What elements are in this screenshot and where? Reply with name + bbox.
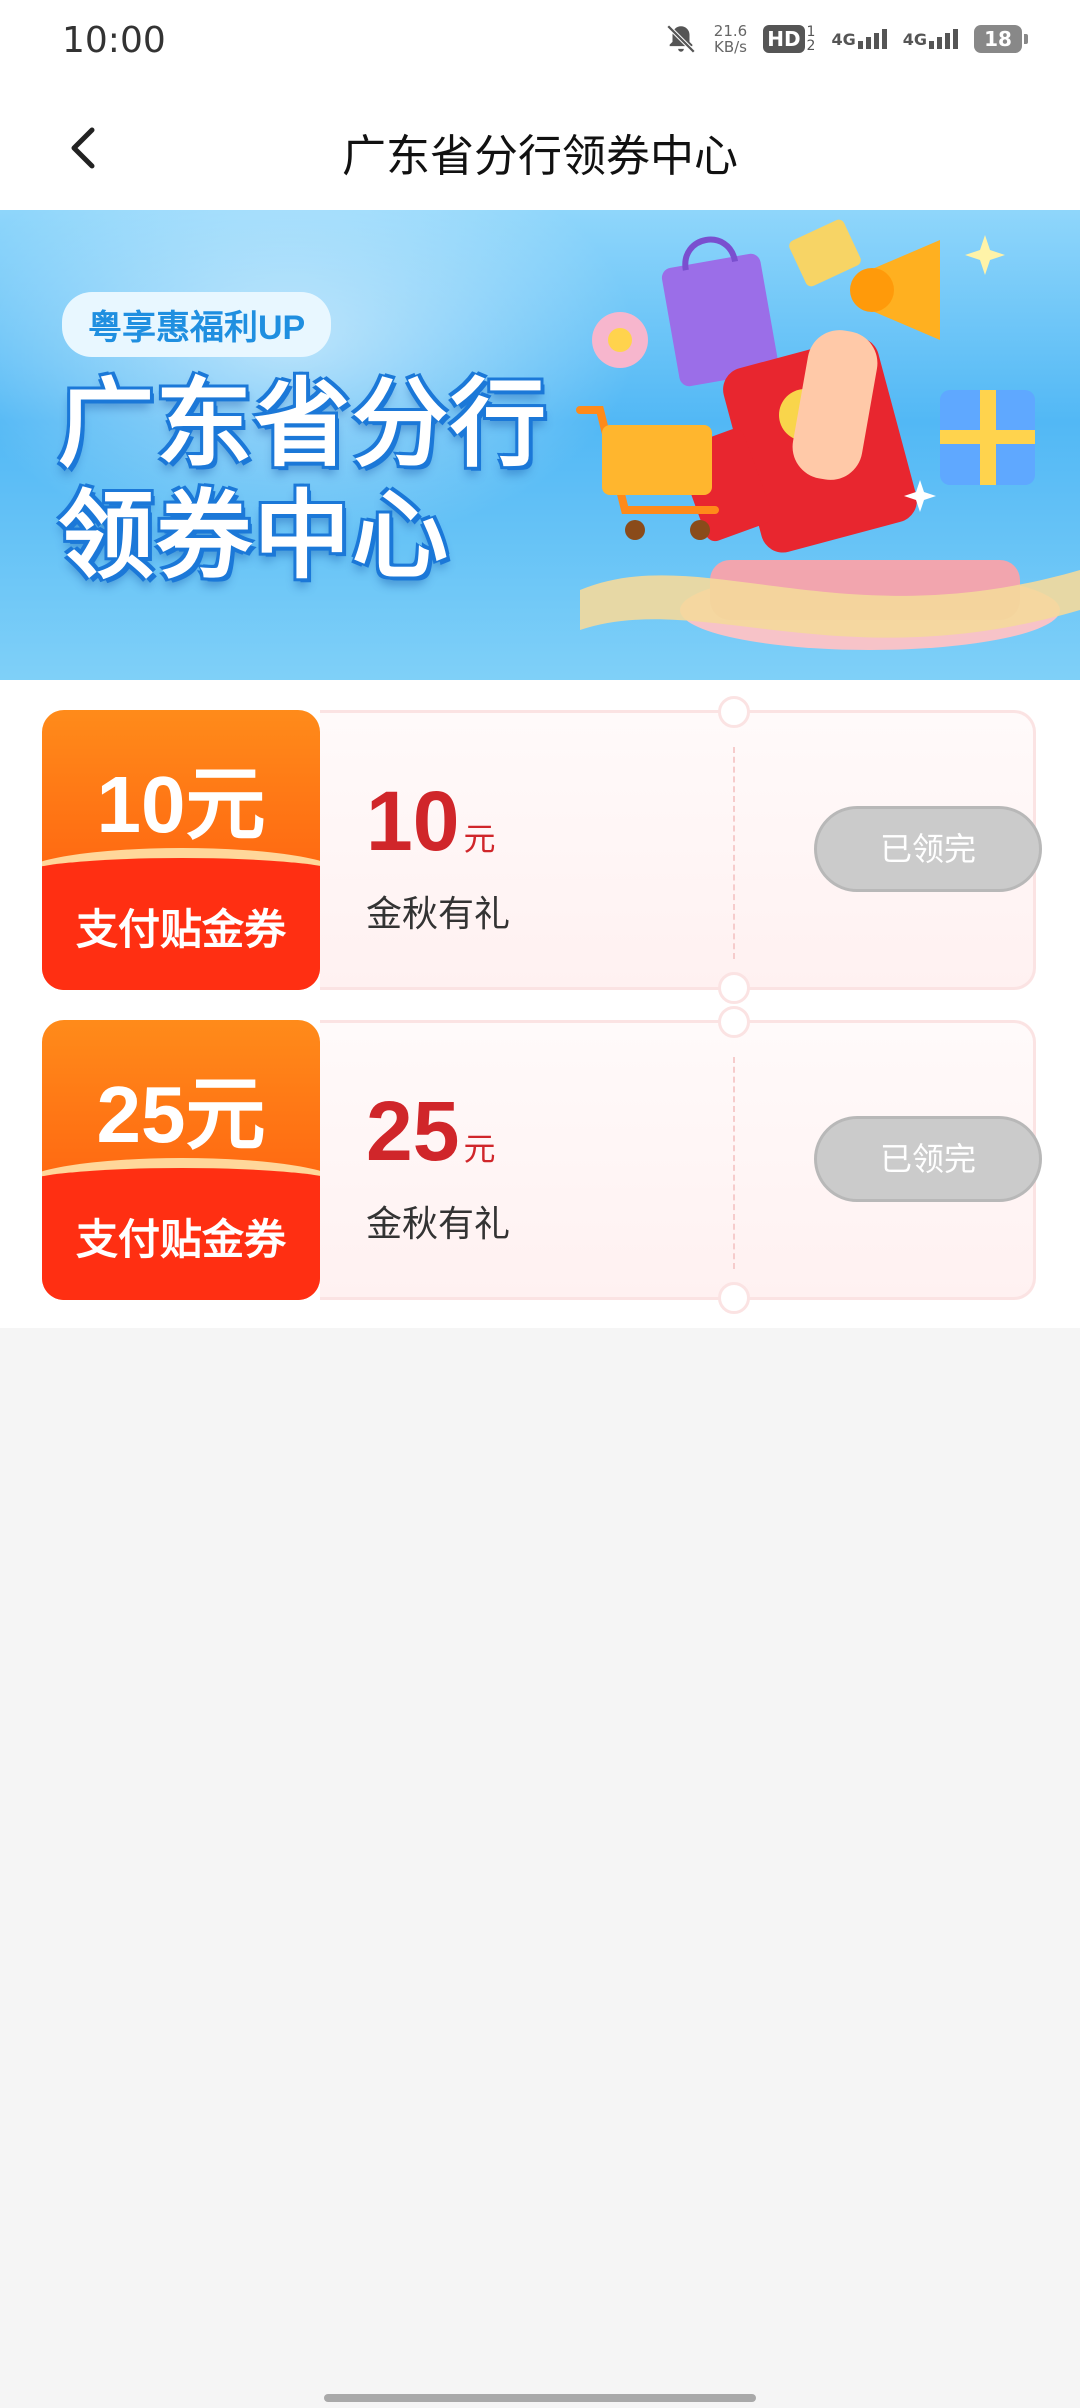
- hd-label: HD: [763, 25, 805, 53]
- page-title: 广东省分行领券中心: [342, 131, 738, 182]
- claim-button-disabled[interactable]: 已领完: [814, 806, 1042, 892]
- coupon-list: 10元 支付贴金券 10 元 金秋有礼 已领完 25元 支付贴金券 25 元 金…: [0, 680, 1080, 1328]
- banner-illustration: [576, 219, 1080, 650]
- coupon-badge: 25元 支付贴金券: [42, 1020, 320, 1300]
- coupon-divider: [733, 1057, 735, 1269]
- coupon-badge-type: 支付贴金券: [75, 905, 286, 954]
- coupon-amount: 10 元: [366, 773, 495, 870]
- coupon-amount-unit: 元: [463, 821, 496, 857]
- network-speed: 21.6 KB/s: [714, 23, 747, 55]
- signal-label-sim2: 4G: [902, 29, 927, 49]
- promo-banner: 粤享惠福利UP 广东省分行 领券中心: [0, 210, 1080, 680]
- coupon-card: 25元 支付贴金券 25 元 金秋有礼 已领完: [42, 1006, 1042, 1314]
- hd-icon: HD 1 2: [763, 25, 815, 53]
- banner-title: 广东省分行 领券中心: [58, 368, 558, 592]
- network-speed-value: 21.6: [713, 22, 748, 40]
- coupon-badge: 10元 支付贴金券: [42, 710, 320, 990]
- hd-sub-top: 1: [806, 24, 816, 40]
- network-speed-unit: KB/s: [714, 38, 747, 56]
- coupon-badge-type: 支付贴金券: [75, 1215, 286, 1264]
- home-indicator[interactable]: [324, 2394, 756, 2402]
- page: 10:00 21.6 KB/s HD 1 2 4G 4G 18 广东省分行领券中…: [0, 0, 1080, 2408]
- coupon-description: 金秋有礼: [366, 1204, 511, 1245]
- coupon-badge-amount: 10元: [96, 760, 266, 849]
- coupon-badge-amount: 25元: [96, 1070, 266, 1159]
- coupon-amount-unit: 元: [463, 1131, 496, 1167]
- signal-icon-sim2: 4G: [903, 29, 958, 49]
- nav-bar: 广东省分行领券中心: [0, 86, 1080, 210]
- coupon-divider: [733, 747, 735, 959]
- status-icons: 21.6 KB/s HD 1 2 4G 4G 18: [664, 22, 1028, 56]
- hd-sub-bottom: 2: [806, 38, 816, 54]
- banner-tag: 粤享惠福利UP: [62, 292, 332, 357]
- banner-title-line2: 领券中心: [58, 480, 450, 592]
- coupon-amount-value: 25: [366, 1084, 460, 1178]
- claim-button-disabled[interactable]: 已领完: [814, 1116, 1042, 1202]
- signal-icon-sim1: 4G: [831, 29, 887, 49]
- signal-label-sim1: 4G: [831, 29, 856, 49]
- status-time: 10:00: [62, 20, 166, 61]
- battery-level: 18: [974, 25, 1028, 53]
- coupon-amount-value: 10: [366, 774, 460, 868]
- coupon-body: 10 元 金秋有礼 已领完: [320, 696, 1042, 1004]
- coupon-body: 25 元 金秋有礼 已领完: [320, 1006, 1042, 1314]
- coupon-description: 金秋有礼: [366, 894, 511, 935]
- bell-muted-icon: [664, 22, 698, 56]
- banner-title-line1: 广东省分行: [58, 368, 548, 480]
- coupon-amount: 25 元: [366, 1083, 495, 1180]
- coupon-card: 10元 支付贴金券 10 元 金秋有礼 已领完: [42, 696, 1042, 1004]
- battery-icon: 18: [974, 25, 1028, 53]
- status-bar: 10:00 21.6 KB/s HD 1 2 4G 4G 18: [0, 0, 1080, 86]
